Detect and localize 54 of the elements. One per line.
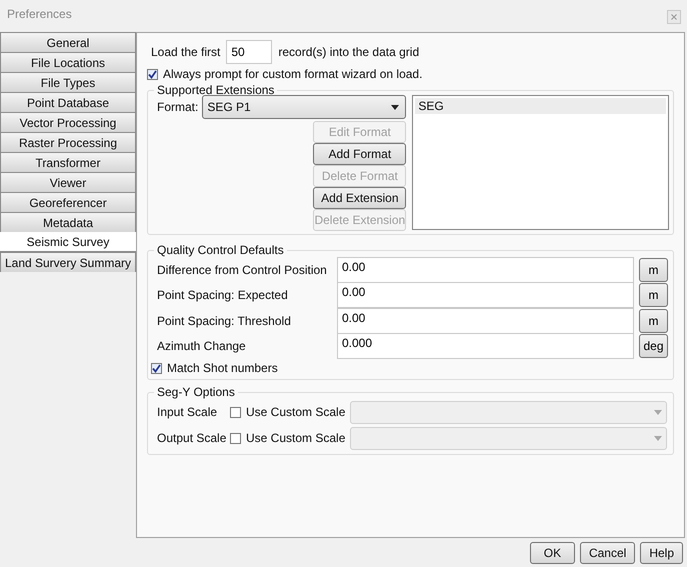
field-label: Point Spacing: Threshold [157, 314, 292, 328]
sidebar-tab[interactable]: Vector Processing [0, 112, 136, 132]
caret-icon [654, 410, 662, 414]
input-field[interactable]: 0.00 [337, 256, 634, 283]
scale-label: Input Scale [157, 405, 218, 419]
unit-button[interactable]: m [639, 283, 668, 308]
prompt-checkbox[interactable] [147, 68, 158, 80]
unit-button[interactable]: m [639, 258, 668, 282]
field-label: Difference from Control Position [157, 262, 328, 277]
field-label: Azimuth Change [157, 339, 247, 354]
field-label: Point Spacing: Expected [157, 288, 289, 302]
window-title: Preferences [7, 7, 72, 21]
unit-button[interactable]: m [639, 308, 668, 333]
sidebar-tab[interactable]: Land Survery Summary [0, 252, 136, 272]
format-button[interactable]: Add Extension [313, 187, 406, 209]
custom-scale-label: Use Custom Scale [246, 431, 346, 445]
records-suffix: record(s) into the data grid [278, 45, 420, 59]
caret-icon [391, 104, 400, 110]
scale-label: Output Scale [157, 431, 228, 445]
extension-list[interactable]: SEG [412, 95, 670, 230]
input-field[interactable]: 0.00 [337, 308, 634, 334]
sidebar-tab[interactable]: Georeferencer [0, 192, 136, 212]
input-field[interactable]: 0.000 [337, 333, 634, 360]
sidebar-tab[interactable]: Metadata [0, 212, 136, 232]
custom-scale-checkbox[interactable] [230, 432, 241, 444]
dialog-button[interactable]: Help [640, 542, 683, 564]
close-icon[interactable] [667, 10, 681, 24]
extension-item[interactable]: SEG [415, 98, 666, 114]
group-title: Seg-Y Options [156, 385, 236, 399]
sidebar-tab[interactable]: File Types [0, 72, 136, 92]
sidebar-tab[interactable]: Transformer [0, 152, 136, 172]
dialog-button[interactable]: OK [530, 542, 575, 564]
sidebar-tab[interactable]: Seismic Survey [0, 232, 136, 252]
sidebar-tab[interactable]: File Locations [0, 52, 136, 72]
records-label: Load the first [151, 45, 220, 59]
input-field[interactable]: 0.00 [337, 282, 634, 308]
custom-scale-checkbox[interactable] [230, 406, 241, 418]
match-checkbox[interactable] [151, 362, 162, 374]
sidebar-tab[interactable]: General [0, 32, 136, 52]
custom-scale-label: Use Custom Scale [246, 405, 346, 419]
match-label: Match Shot numbers [167, 361, 278, 375]
format-label: Format: [157, 100, 198, 114]
format-dropdown[interactable]: SEG P1 [202, 95, 406, 119]
sidebar-tab[interactable]: Viewer [0, 172, 136, 192]
group-title: Quality Control Defaults [156, 243, 285, 257]
caret-icon [654, 436, 662, 440]
prompt-label: Always prompt for custom format wizard on load. [163, 67, 422, 81]
dialog-button[interactable]: Cancel [580, 542, 636, 564]
sidebar-tab[interactable]: Raster Processing [0, 132, 136, 152]
format-button[interactable]: Add Format [313, 143, 406, 165]
sidebar-tab[interactable]: Point Database [0, 92, 136, 112]
unit-button[interactable]: deg [639, 334, 668, 358]
records-input[interactable]: 50 [226, 40, 272, 64]
group-title: Supported Extensions [156, 83, 276, 97]
